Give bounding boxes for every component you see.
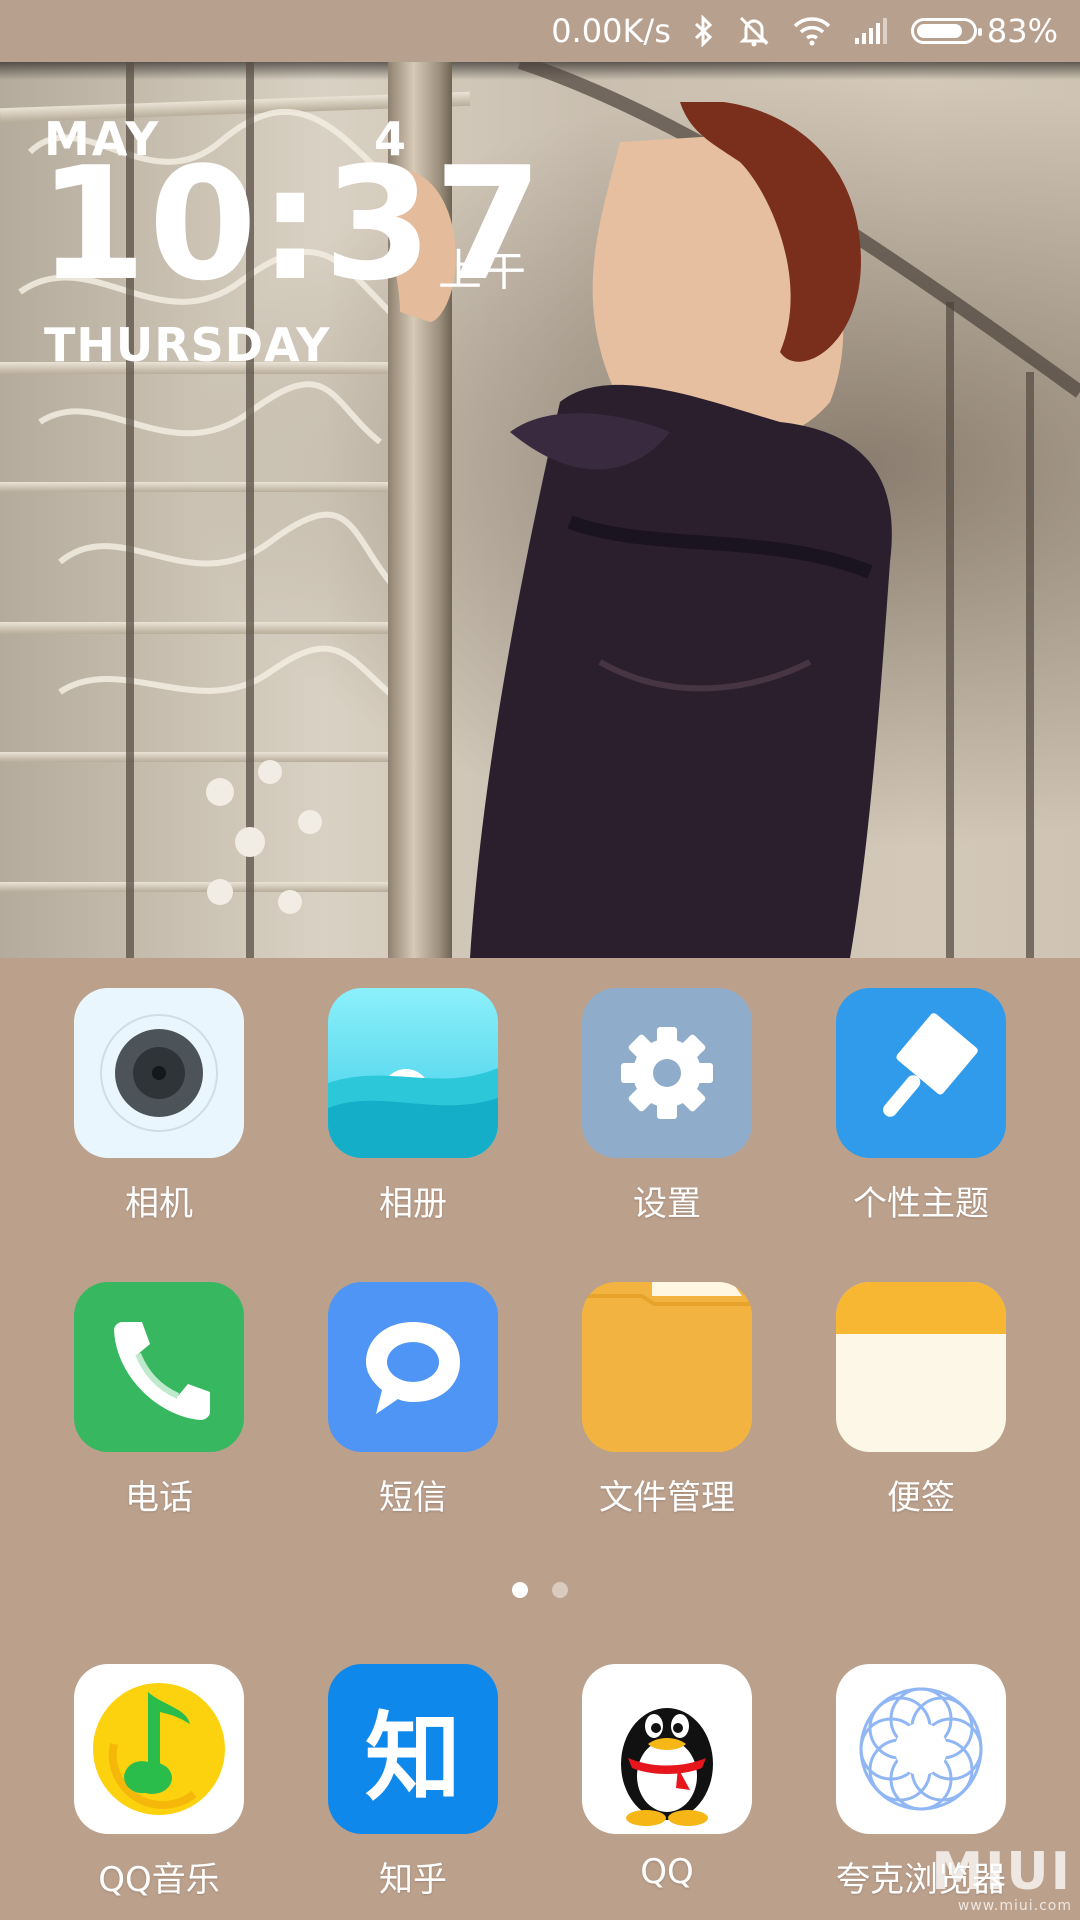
wifi-icon (793, 16, 831, 46)
zhihu-icon: 知 (328, 1664, 498, 1834)
watermark-brand: MIUI (931, 1842, 1072, 1902)
app-file-manager[interactable]: 文件管理 (547, 1282, 787, 1519)
app-label: 文件管理 (599, 1478, 735, 1518)
folder-icon (582, 1282, 752, 1452)
gallery-icon (328, 988, 498, 1158)
app-camera[interactable]: 相机 (39, 988, 279, 1225)
clock-weekday: THURSDAY (44, 318, 331, 372)
app-label: 短信 (379, 1478, 447, 1518)
app-settings[interactable]: 设置 (547, 988, 787, 1225)
clock-widget-wallpaper[interactable]: MAY 4 10:37 上午 THURSDAY (0, 62, 1080, 958)
app-notes[interactable]: 便签 (801, 1282, 1041, 1519)
dock-app-zhihu[interactable]: 知 知乎 (293, 1664, 533, 1901)
theme-brush-icon (836, 988, 1006, 1158)
status-bar: 0.00K/s 83% (0, 0, 1080, 62)
app-label: 个性主题 (853, 1184, 989, 1224)
battery-indicator: 83% (910, 12, 1058, 50)
app-messages[interactable]: 短信 (293, 1282, 533, 1519)
app-label: 知乎 (379, 1860, 447, 1900)
zhihu-logo-glyph: 知 (365, 1701, 461, 1814)
page-dot-2[interactable] (552, 1582, 568, 1598)
message-icon (328, 1282, 498, 1452)
qq-music-icon (74, 1664, 244, 1834)
miui-watermark: MIUI www.miui.com (931, 1846, 1072, 1914)
page-indicator[interactable] (0, 1582, 1080, 1598)
app-label: 相册 (379, 1184, 447, 1224)
app-label: QQ (640, 1852, 694, 1892)
signal-icon (853, 18, 889, 44)
silent-icon (737, 14, 771, 48)
app-phone[interactable]: 电话 (39, 1282, 279, 1519)
clock-ampm: 上午 (438, 245, 526, 296)
battery-fill (916, 24, 962, 38)
bluetooth-icon (693, 15, 715, 47)
app-gallery[interactable]: 相册 (293, 988, 533, 1225)
wallpaper-flowers (206, 760, 322, 914)
app-label: 设置 (633, 1184, 701, 1224)
page-dot-1[interactable] (512, 1582, 528, 1598)
app-label: QQ音乐 (98, 1860, 220, 1900)
phone-icon (74, 1282, 244, 1452)
settings-gear-icon (582, 988, 752, 1158)
app-themes[interactable]: 个性主题 (801, 988, 1041, 1225)
app-label: 电话 (125, 1478, 193, 1518)
battery-icon (910, 18, 982, 44)
qq-penguin-icon (582, 1664, 752, 1834)
notes-icon (836, 1282, 1006, 1452)
camera-icon (74, 988, 244, 1158)
quark-browser-icon (836, 1664, 1006, 1834)
network-speed: 0.00K/s (551, 12, 671, 50)
app-label: 相机 (125, 1184, 193, 1224)
dock-app-qq-music[interactable]: QQ音乐 (39, 1664, 279, 1901)
app-label: 便签 (887, 1478, 955, 1518)
battery-percent: 83% (986, 12, 1058, 50)
dock-app-qq[interactable]: QQ (547, 1664, 787, 1892)
